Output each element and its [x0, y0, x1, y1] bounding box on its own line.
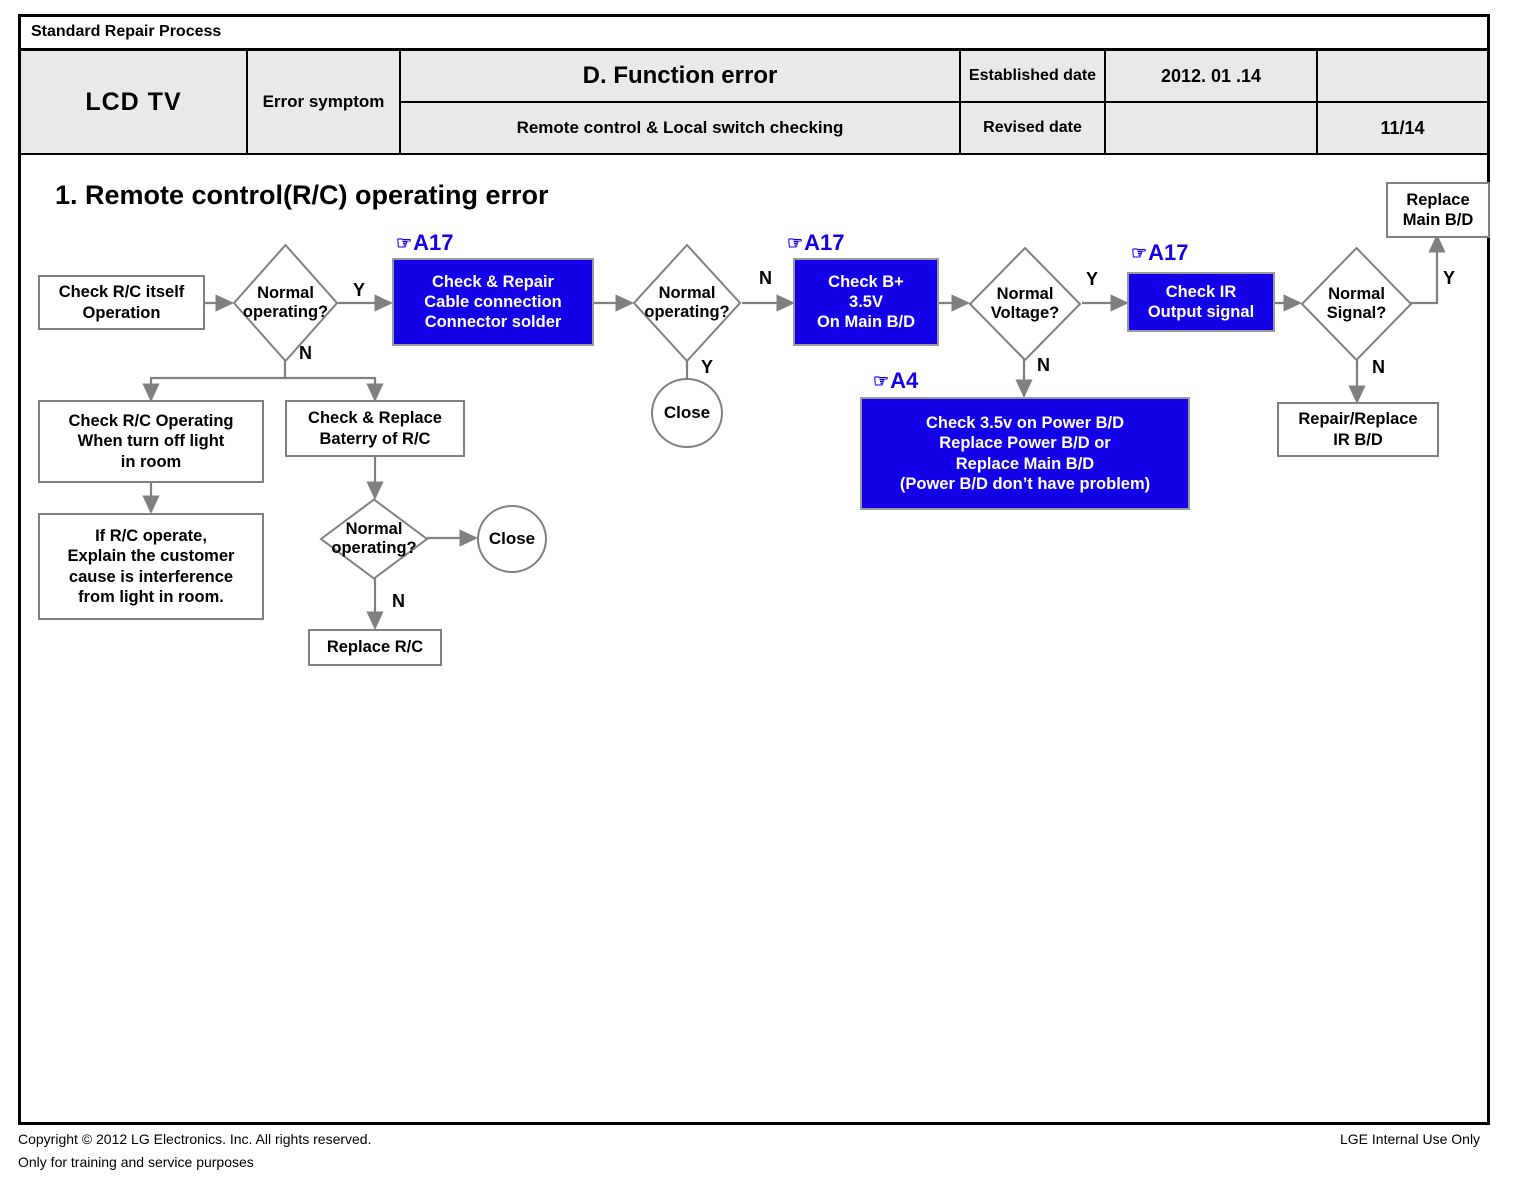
decision-label: Normal operating? [242, 283, 329, 321]
decision-normal-operating-3[interactable]: Normal operating? [319, 498, 429, 580]
node-check-3-5v-power-bd[interactable]: Check 3.5v on Power B/D Replace Power B/… [860, 397, 1190, 510]
header-cell-function-error: D. Function error [401, 51, 961, 103]
header-cell-established-date-value: 2012. 01 .14 [1106, 51, 1318, 103]
edge-label-d2-no: N [759, 268, 772, 288]
edge-label-d1-yes: Y [353, 280, 366, 300]
edge-label-d5-no: N [392, 591, 405, 611]
tag-label: A17 [413, 230, 454, 255]
node-label: Check B+ 3.5V On Main B/D [816, 272, 916, 332]
decision-label: Normal Signal? [1326, 284, 1387, 322]
node-replace-main-bd[interactable]: Replace Main B/D [1386, 182, 1490, 238]
node-label: If R/C operate, Explain the customer cau… [67, 527, 235, 606]
tag-label: A17 [1148, 240, 1189, 265]
node-check-rc-operating-light[interactable]: Check R/C Operating When turn off light … [38, 400, 264, 483]
decision-normal-operating-1[interactable]: Normal operating? [232, 243, 339, 363]
header-cell-error-symptom-label: Error symptom [248, 51, 401, 155]
edge-label-d2-yes: Y [701, 357, 714, 377]
header-cell-subject: Remote control & Local switch checking [401, 103, 961, 155]
node-label: Repair/Replace IR B/D [1298, 410, 1418, 449]
header-cell-established-date-label: Established date [961, 51, 1106, 103]
node-check-b-plus[interactable]: Check B+ 3.5V On Main B/D [793, 258, 939, 346]
header-cell-revised-date-label: Revised date [961, 103, 1106, 155]
header-cell-product: LCD TV [21, 51, 248, 155]
decision-normal-signal[interactable]: Normal Signal? [1300, 246, 1413, 362]
pointing-hand-icon: ☞ [396, 233, 413, 253]
node-label: Check 3.5v on Power B/D Replace Power B/… [899, 414, 1151, 493]
node-label: Check R/C Operating When turn off light … [68, 412, 234, 471]
footer-internal-use: LGE Internal Use Only [1340, 1131, 1481, 1147]
node-label: Check & Replace Baterry of R/C [308, 409, 442, 448]
edge-label-d3-yes: Y [1086, 269, 1099, 289]
tag-a17-3: ☞ A17 [1131, 240, 1189, 266]
tag-a17-1: ☞ A17 [396, 230, 454, 256]
tag-a4: ☞ A4 [873, 368, 918, 394]
pointing-hand-icon: ☞ [873, 371, 890, 391]
tag-a17-2: ☞ A17 [787, 230, 845, 256]
node-label: Replace Main B/D [1402, 190, 1474, 229]
node-check-rc-itself[interactable]: Check R/C itself Operation [38, 275, 205, 330]
header-info-table: LCD TV Error symptom D. Function error R… [21, 48, 1487, 155]
header-cell-page-number: 11/14 [1318, 103, 1487, 155]
node-label: Check R/C itself Operation [58, 283, 185, 322]
edge-label-d3-no: N [1037, 355, 1050, 375]
edge-label-d1-no: N [299, 343, 312, 363]
node-check-ir-output[interactable]: Check IR Output signal [1127, 272, 1275, 332]
standard-repair-process-title: Standard Repair Process [31, 23, 222, 40]
node-check-replace-battery[interactable]: Check & Replace Baterry of R/C [285, 400, 465, 457]
decision-normal-voltage[interactable]: Normal Voltage? [968, 246, 1082, 362]
node-explain-customer[interactable]: If R/C operate, Explain the customer cau… [38, 513, 264, 620]
node-label: Replace R/C [326, 638, 424, 657]
tag-label: A4 [890, 368, 919, 393]
header-cell-blank [1318, 51, 1487, 103]
node-label: Close [663, 402, 711, 422]
decision-normal-operating-2[interactable]: Normal operating? [632, 243, 742, 363]
footer-copyright-line2: Only for training and service purposes [18, 1154, 254, 1170]
decision-label: Normal operating? [331, 519, 417, 557]
node-label: Close [488, 528, 536, 548]
edge-label-d4-yes: Y [1443, 268, 1456, 288]
section-title: 1. Remote control(R/C) operating error [55, 180, 549, 210]
pointing-hand-icon: ☞ [787, 233, 804, 253]
node-label: Check IR Output signal [1147, 282, 1255, 321]
node-replace-rc[interactable]: Replace R/C [308, 629, 442, 666]
decision-label: Normal Voltage? [990, 284, 1060, 322]
pointing-hand-icon: ☞ [1131, 243, 1148, 263]
tag-label: A17 [804, 230, 845, 255]
footer-copyright-line1: Copyright © 2012 LG Electronics. Inc. Al… [18, 1131, 372, 1147]
node-repair-replace-ir-bd[interactable]: Repair/Replace IR B/D [1277, 402, 1439, 457]
header-cell-revised-date-value [1106, 103, 1318, 155]
edge-label-d4-no: N [1372, 357, 1385, 377]
node-label: Check & Repair Cable connection Connecto… [424, 272, 562, 332]
node-close-1[interactable]: Close [651, 378, 723, 448]
node-check-repair-cable[interactable]: Check & Repair Cable connection Connecto… [392, 258, 594, 346]
decision-label: Normal operating? [644, 283, 730, 321]
node-close-2[interactable]: Close [477, 505, 547, 573]
